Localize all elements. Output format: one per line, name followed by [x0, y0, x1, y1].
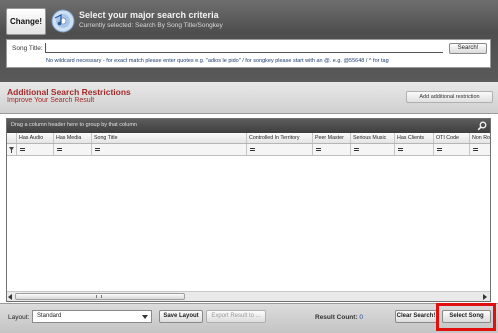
- filter-cell[interactable]: [313, 144, 351, 155]
- song-title-search-panel: Song Title: Search! No wildcard necessar…: [6, 39, 491, 68]
- save-layout-button[interactable]: Save Layout: [159, 310, 203, 323]
- equals-operator-icon[interactable]: [437, 148, 442, 151]
- column-header-has-media[interactable]: Has Media: [54, 133, 92, 143]
- filter-cell[interactable]: [92, 144, 247, 155]
- footer-toolbar: Layout: Standard Save Layout Export Resu…: [0, 303, 498, 333]
- group-by-hint: Drag a column header here to group by th…: [11, 122, 137, 128]
- result-count-label: Result Count:: [315, 314, 358, 321]
- column-header-non-ro[interactable]: Non Ro: [470, 133, 490, 143]
- column-header-row: Has Audio Has Media Song Title Controlle…: [7, 133, 490, 144]
- song-title-label: Song Title:: [12, 45, 43, 52]
- change-criteria-button[interactable]: Change!: [6, 8, 46, 35]
- clear-search-button[interactable]: Clear Search!: [395, 310, 437, 323]
- equals-operator-icon[interactable]: [354, 148, 359, 151]
- filter-cell[interactable]: [351, 144, 395, 155]
- equals-operator-icon[interactable]: [398, 148, 403, 151]
- add-restriction-button[interactable]: Add additional restriction: [406, 91, 493, 103]
- restrictions-subtitle: Improve Your Search Result: [7, 97, 95, 104]
- filter-cell[interactable]: [17, 144, 54, 155]
- music-disc-icon: [51, 9, 75, 33]
- equals-operator-icon[interactable]: [20, 148, 25, 151]
- equals-operator-icon[interactable]: [95, 148, 100, 151]
- column-header-song-title[interactable]: Song Title: [92, 133, 247, 143]
- find-magnifier-icon[interactable]: [477, 121, 487, 131]
- layout-select[interactable]: Standard: [32, 310, 152, 323]
- filter-funnel-icon: [9, 147, 14, 153]
- equals-operator-icon[interactable]: [473, 148, 478, 151]
- filter-cell[interactable]: [247, 144, 313, 155]
- layout-select-value: Standard: [37, 313, 62, 319]
- column-header-serious-music[interactable]: Serious Music: [351, 133, 395, 143]
- song-title-input[interactable]: [45, 43, 443, 53]
- search-criteria-header: Change! Select your major search criteri…: [0, 0, 498, 82]
- criteria-title: Select your major search criteria: [79, 10, 219, 20]
- filter-cell[interactable]: [54, 144, 92, 155]
- column-header-has-clients[interactable]: Has Clients: [395, 133, 434, 143]
- filter-row-indicator: [7, 144, 17, 155]
- column-header-peer-master[interactable]: Peer Master: [313, 133, 351, 143]
- result-count-value: 0: [359, 314, 364, 321]
- group-by-panel[interactable]: Drag a column header here to group by th…: [7, 119, 490, 133]
- layout-label: Layout:: [8, 314, 30, 321]
- results-grid: Drag a column header here to group by th…: [6, 118, 491, 302]
- equals-operator-icon[interactable]: [250, 148, 255, 151]
- column-header-has-audio[interactable]: Has Audio: [17, 133, 54, 143]
- column-header-oti-code[interactable]: OTI Code: [434, 133, 470, 143]
- filter-cell[interactable]: [395, 144, 434, 155]
- criteria-subtitle: Currently selected: Search By Song Title…: [79, 22, 223, 29]
- search-button[interactable]: Search!: [449, 43, 487, 54]
- filter-row: [7, 144, 490, 156]
- column-header-controlled-in-territory[interactable]: Controlled In Territory: [247, 133, 313, 143]
- equals-operator-icon[interactable]: [316, 148, 321, 151]
- result-count: Result Count: 0: [315, 314, 363, 321]
- filter-cell[interactable]: [470, 144, 490, 155]
- scroll-left-arrow-icon[interactable]: [8, 294, 12, 300]
- search-hint-text: No wildcard necessary - for exact match …: [46, 58, 389, 64]
- scrollbar-grip-icon: [96, 295, 102, 298]
- song-search-window: Change! Select your major search criteri…: [0, 0, 498, 333]
- scroll-right-arrow-icon[interactable]: [483, 294, 487, 300]
- equals-operator-icon[interactable]: [57, 148, 62, 151]
- horizontal-scrollbar[interactable]: [7, 291, 490, 301]
- export-result-button[interactable]: Export Result to ...: [206, 310, 266, 323]
- restrictions-title: Additional Search Restrictions: [7, 87, 131, 97]
- select-song-highlight-box: [436, 303, 496, 331]
- chevron-down-icon[interactable]: [142, 315, 148, 319]
- scrollbar-thumb[interactable]: [15, 293, 185, 300]
- filter-cell[interactable]: [434, 144, 470, 155]
- indicator-column-header: [7, 133, 17, 143]
- additional-restrictions-band: Additional Search Restrictions Improve Y…: [0, 82, 498, 114]
